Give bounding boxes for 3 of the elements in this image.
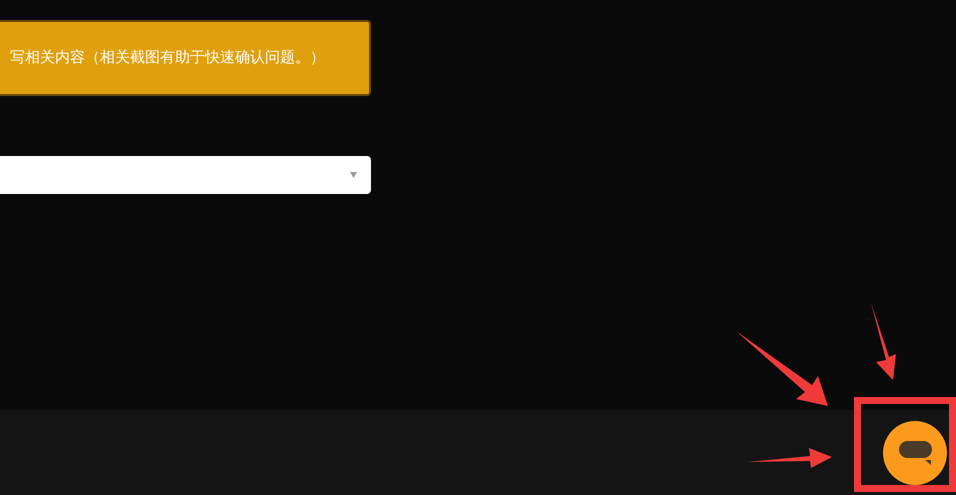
notice-text: 写相关内容（相关截图有助于快速确认问题。） bbox=[10, 48, 325, 68]
chat-bubble-icon bbox=[898, 440, 932, 464]
caret-icon bbox=[350, 172, 357, 178]
